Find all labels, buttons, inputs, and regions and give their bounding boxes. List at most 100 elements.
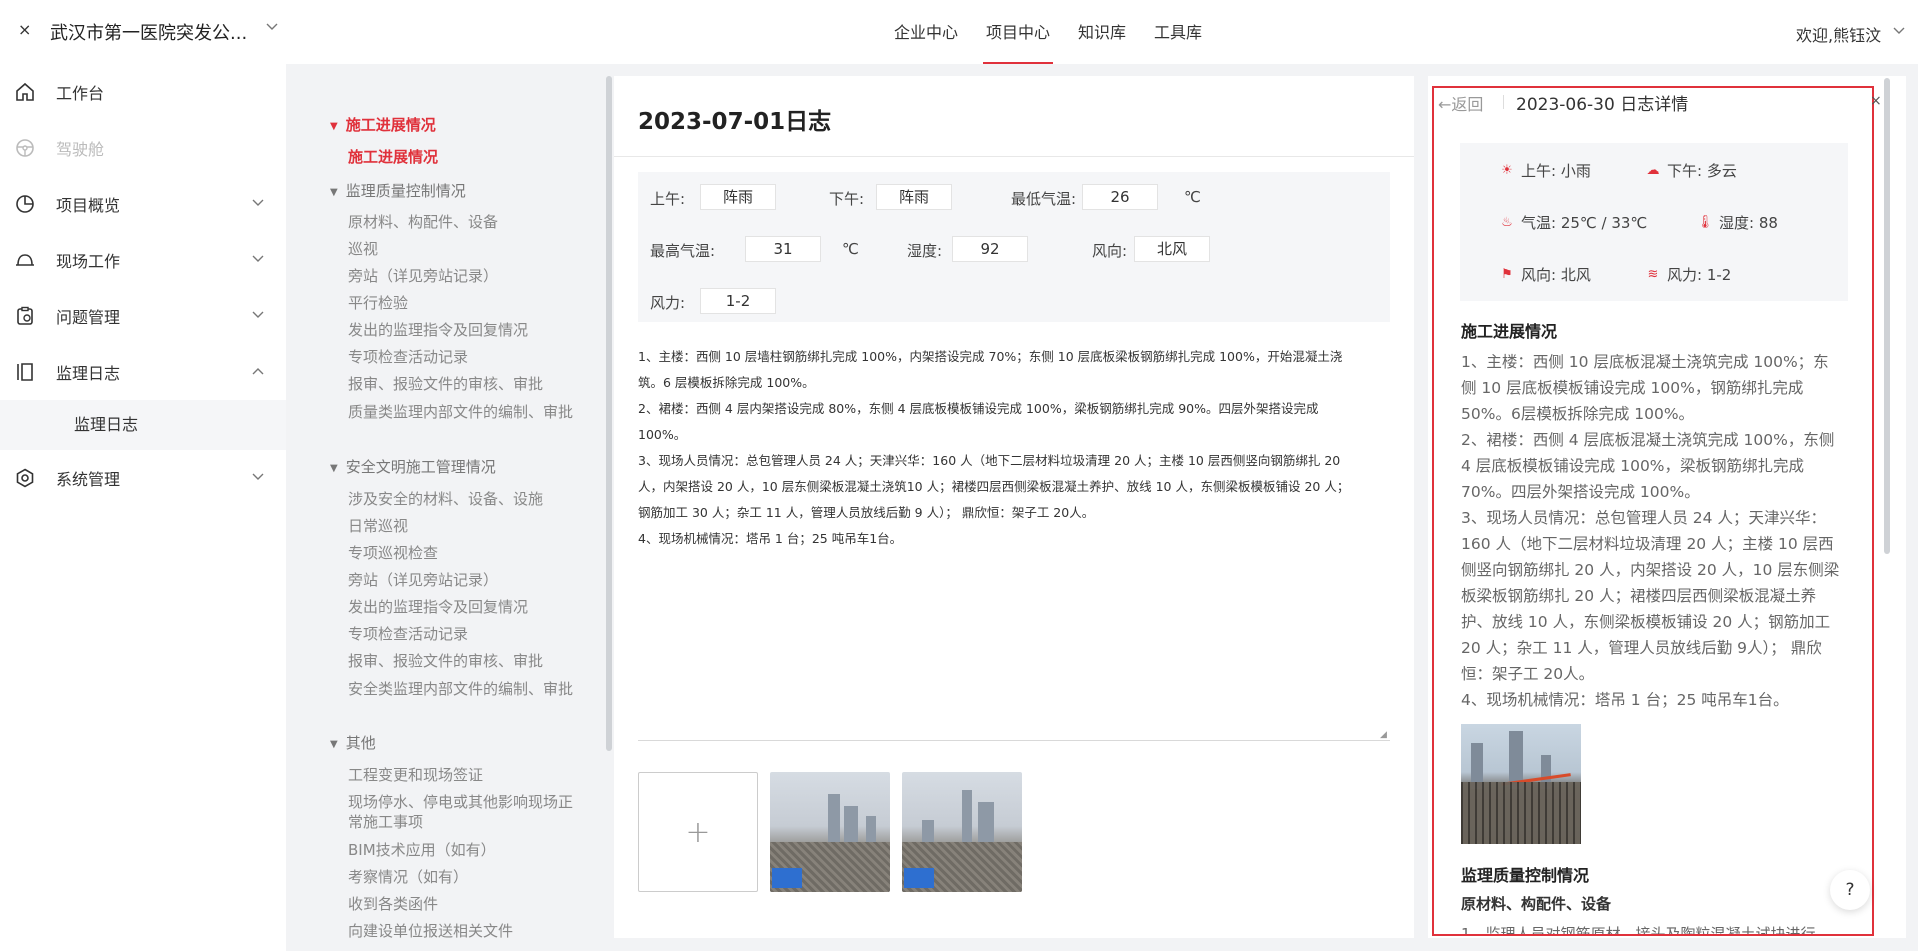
am-weather-input[interactable]: 阵雨 bbox=[700, 184, 776, 210]
wind-force-input[interactable]: 1-2 bbox=[700, 288, 776, 314]
catalog-section-safety[interactable]: ▼ 安全文明施工管理情况 bbox=[330, 456, 496, 477]
catalog-item[interactable]: BIM技术应用（如有） bbox=[348, 840, 578, 860]
catalog-section-label: 施工进展情况 bbox=[345, 116, 436, 134]
thermometer-icon: 🌡 bbox=[1696, 215, 1714, 230]
am-weather: ☀ 上午: 小雨 bbox=[1498, 160, 1591, 181]
section-heading-progress: 施工进展情况 bbox=[1461, 322, 1558, 341]
sidebar-subitem-supervision-log[interactable]: 监理日志 bbox=[0, 400, 286, 450]
log-content-textarea[interactable]: 1、主楼：西侧 10 层墙柱钢筋绑扎完成 100%，内架搭设完成 70%；东侧 … bbox=[638, 344, 1378, 552]
photo-thumbnail[interactable] bbox=[902, 772, 1022, 892]
pm-weather-label: 下午: bbox=[829, 190, 865, 208]
close-icon[interactable]: × bbox=[1870, 93, 1882, 109]
max-temp-input[interactable]: 31 bbox=[745, 236, 821, 262]
photo-thumbnail[interactable] bbox=[770, 772, 890, 892]
section-heading-quality: 监理质量控制情况 bbox=[1461, 866, 1590, 885]
catalog-item[interactable]: 考察情况（如有） bbox=[348, 867, 578, 887]
catalog-item[interactable]: 专项检查活动记录 bbox=[348, 347, 578, 367]
chevron-down-icon bbox=[252, 196, 264, 210]
caret-down-icon: ▼ bbox=[330, 121, 338, 132]
sidebar-item-supervision-log[interactable]: 监理日志 bbox=[0, 344, 286, 400]
chevron-down-icon bbox=[252, 470, 264, 484]
chevron-down-icon bbox=[252, 308, 264, 322]
user-menu-chevron-icon[interactable] bbox=[1893, 24, 1905, 38]
sidebar-item-label: 工作台 bbox=[56, 84, 105, 103]
catalog-scrollbar[interactable] bbox=[606, 76, 612, 751]
detail-scrollbar[interactable] bbox=[1884, 78, 1890, 554]
weather-summary: ☀ 上午: 小雨 ☁ 下午: 多云 ♨ 气温: 25℃ / 33℃ 🌡 湿度: … bbox=[1460, 143, 1848, 301]
catalog-item[interactable]: 发出的监理指令及回复情况 bbox=[348, 597, 578, 617]
sidebar-item-workbench[interactable]: 工作台 bbox=[0, 64, 286, 120]
top-bar: × 武汉市第一医院突发公... 企业中心 项目中心 知识库 工具库 欢迎,熊钰汶 bbox=[0, 0, 1918, 64]
pm-weather-text: 下午: 多云 bbox=[1667, 162, 1737, 180]
catalog-item[interactable]: 施工进展情况 bbox=[348, 147, 578, 167]
pm-weather: ☁ 下午: 多云 bbox=[1644, 160, 1737, 181]
nav-tool-library[interactable]: 工具库 bbox=[1151, 0, 1205, 64]
clipboard-issue-icon bbox=[14, 305, 36, 327]
catalog-item[interactable]: 涉及安全的材料、设备、设施 bbox=[348, 489, 578, 509]
upload-image-button[interactable]: + bbox=[638, 772, 758, 892]
catalog-item[interactable]: 专项巡视检查 bbox=[348, 543, 578, 563]
nav-enterprise-center[interactable]: 企业中心 bbox=[891, 0, 961, 64]
catalog-item[interactable]: 旁站（详见旁站记录） bbox=[348, 266, 578, 286]
close-icon[interactable]: × bbox=[18, 20, 31, 39]
wind-direction-input[interactable]: 北风 bbox=[1134, 236, 1210, 262]
sidebar-item-label: 项目概览 bbox=[56, 196, 121, 215]
progress-line: 2、裙楼：西侧 4 层底板混凝土浇筑完成 100%，东侧 bbox=[1461, 431, 1835, 449]
user-welcome[interactable]: 欢迎,熊钰汶 bbox=[1796, 22, 1881, 46]
chevron-down-icon[interactable] bbox=[266, 20, 278, 34]
catalog-item[interactable]: 原材料、构配件、设备 bbox=[348, 212, 578, 232]
catalog-item[interactable]: 质量类监理内部文件的编制、审批 bbox=[348, 402, 578, 422]
catalog-item[interactable]: 日常巡视 bbox=[348, 516, 578, 536]
project-selector[interactable]: 武汉市第一医院突发公... bbox=[50, 19, 247, 45]
wind-icon: ≋ bbox=[1647, 267, 1659, 282]
sidebar-item-project-overview[interactable]: 项目概览 bbox=[0, 176, 286, 232]
catalog-item[interactable]: 报审、报验文件的审核、审批 bbox=[348, 651, 578, 671]
subsection-heading: 原材料、构配件、设备 bbox=[1461, 895, 1612, 913]
nav-knowledge-base[interactable]: 知识库 bbox=[1075, 0, 1129, 64]
divider bbox=[614, 156, 1414, 157]
am-weather-text: 上午: 小雨 bbox=[1521, 162, 1591, 180]
catalog-item[interactable]: 报审、报验文件的审核、审批 bbox=[348, 374, 578, 394]
sidebar-item-cockpit[interactable]: 驾驶舱 bbox=[0, 120, 286, 176]
catalog-section-other[interactable]: ▼ 其他 bbox=[330, 732, 376, 753]
humidity-input[interactable]: 92 bbox=[952, 236, 1028, 262]
humidity-text: 湿度: 88 bbox=[1719, 214, 1778, 232]
sidebar-item-site-work[interactable]: 现场工作 bbox=[0, 232, 286, 288]
detail-photo[interactable] bbox=[1461, 724, 1581, 844]
progress-line: 4 层底板模板铺设完成 100%，梁板钢筋绑扎完成 bbox=[1461, 457, 1805, 475]
progress-line: 恒：架子工 20人。 bbox=[1461, 665, 1595, 683]
top-nav: 企业中心 项目中心 知识库 工具库 bbox=[880, 0, 1216, 64]
pm-weather-input[interactable]: 阵雨 bbox=[876, 184, 952, 210]
catalog-item[interactable]: 收到各类函件 bbox=[348, 894, 578, 914]
min-temp-input[interactable]: 26 bbox=[1082, 184, 1158, 210]
catalog-item[interactable]: 现场停水、停电或其他影响现场正常施工事项 bbox=[348, 792, 578, 832]
catalog-item[interactable]: 平行检验 bbox=[348, 293, 578, 313]
log-line: 3、现场人员情况：总包管理人员 24 人；天津兴华：160 人（地下二层材料垃圾… bbox=[638, 453, 1341, 468]
sidebar-item-issue-management[interactable]: 问题管理 bbox=[0, 288, 286, 344]
progress-line: 50%。6层模板拆除完成 100%。 bbox=[1461, 405, 1695, 423]
catalog-section-label: 监理质量控制情况 bbox=[345, 182, 466, 200]
catalog-item[interactable]: 工程变更和现场签证 bbox=[348, 765, 578, 785]
catalog-item[interactable]: 巡视 bbox=[348, 239, 578, 259]
back-button[interactable]: ←返回 bbox=[1438, 91, 1483, 115]
help-button[interactable]: ? bbox=[1830, 870, 1870, 910]
catalog-item[interactable]: 旁站（详见旁站记录） bbox=[348, 570, 578, 590]
quality-text: 1、监理人员对钢筋原材、接头及陶粒混凝土试块进行 bbox=[1461, 925, 1816, 934]
progress-line: 160 人（地下二层材料垃圾清理 20 人；主楼 10 层西 bbox=[1461, 535, 1834, 553]
catalog-section-quality[interactable]: ▼ 监理质量控制情况 bbox=[330, 180, 466, 201]
nav-project-center[interactable]: 项目中心 bbox=[983, 0, 1054, 64]
catalog-item[interactable]: 专项检查活动记录 bbox=[348, 624, 578, 644]
resize-handle-icon[interactable]: ◢ bbox=[1380, 730, 1387, 740]
progress-text: 1、主楼：西侧 10 层底板混凝土浇筑完成 100%；东 侧 10 层底板模板铺… bbox=[1461, 349, 1849, 713]
celsius-unit: ℃ bbox=[1184, 188, 1201, 206]
catalog-item[interactable]: 安全类监理内部文件的编制、审批 bbox=[348, 679, 578, 699]
celsius-unit: ℃ bbox=[842, 240, 859, 258]
catalog-item[interactable]: 向建设单位报送相关文件 bbox=[348, 921, 578, 941]
sidebar-item-system-management[interactable]: 系统管理 bbox=[0, 450, 286, 506]
wind-direction-text: 风向: 北风 bbox=[1521, 266, 1591, 284]
catalog-item[interactable]: 发出的监理指令及回复情况 bbox=[348, 320, 578, 340]
catalog-section-progress[interactable]: ▼ 施工进展情况 bbox=[330, 114, 436, 135]
max-temp-label: 最高气温: bbox=[650, 242, 716, 260]
divider bbox=[1503, 95, 1504, 109]
wind-force-label: 风力: bbox=[650, 294, 686, 312]
